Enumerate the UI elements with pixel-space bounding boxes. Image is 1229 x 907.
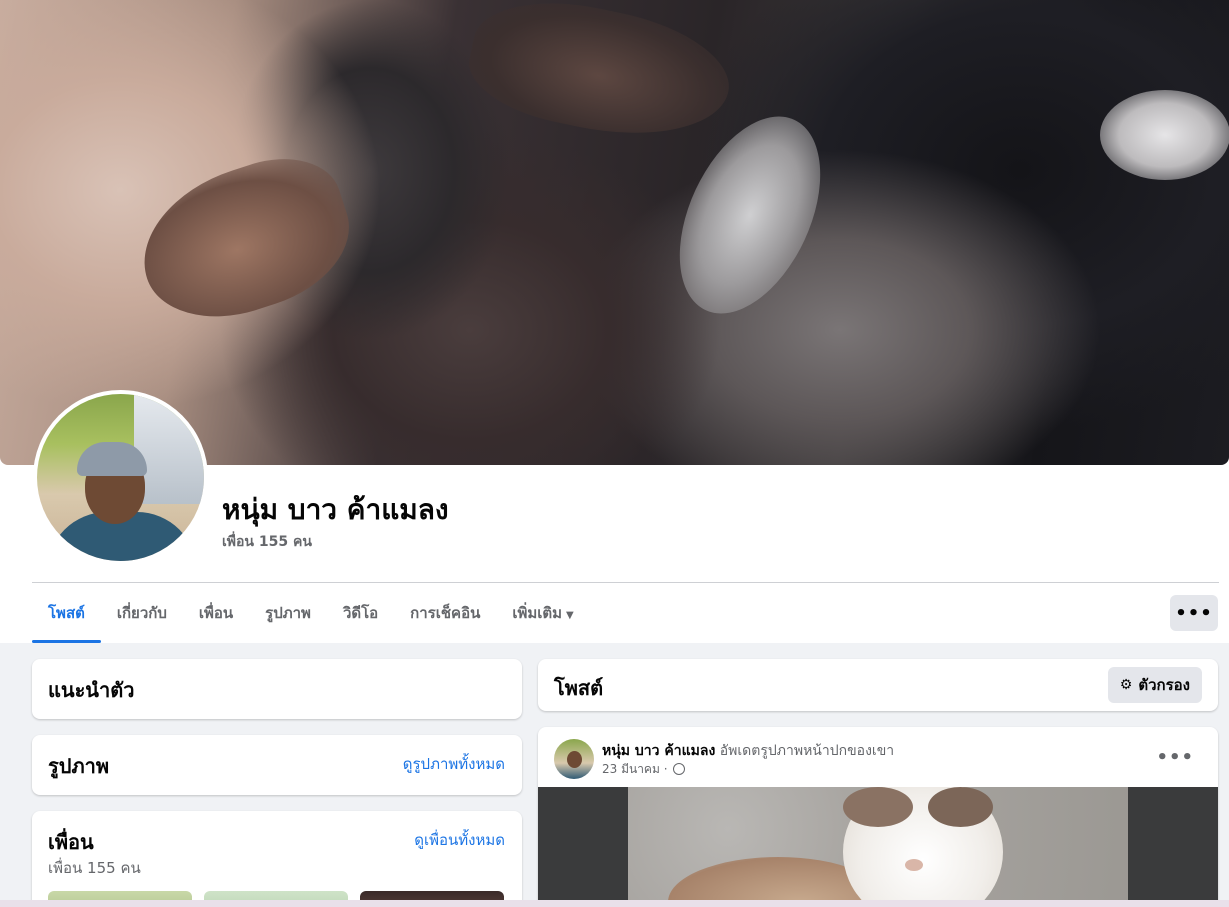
profile-tabs: โพสต์ เกี่ยวกับ เพื่อน รูปภาพ วิดีโอ การ… [32,585,590,643]
tab-label: โพสต์ [48,604,85,622]
post-media [538,787,1218,907]
cover-detail [651,94,849,336]
profile-page: หนุ่ม บาว ค้าแมลง เพื่อน 155 คน โพสต์ เก… [0,0,1229,907]
profile-friends-count[interactable]: เพื่อน 155 คน [222,531,312,553]
tab-label: เพิ่มเติม [512,604,563,622]
profile-name: หนุ่ม บาว ค้าแมลง [222,493,449,526]
profile-header: หนุ่ม บาว ค้าแมลง เพื่อน 155 คน โพสต์ เก… [0,0,1229,643]
cover-detail [1100,90,1229,180]
ellipsis-icon: ••• [1175,602,1213,624]
tab-label: เพื่อน [198,604,234,622]
avatar-detail [567,751,582,768]
posts-header-card: โพสต์ ⚙ ตัวกรอง [538,659,1218,711]
friends-title[interactable]: เพื่อน [48,826,94,858]
see-all-photos-link[interactable]: ดูรูปภาพทั้งหมด [403,752,505,776]
post-date[interactable]: 23 มีนาคม [602,762,660,776]
post-header: หนุ่ม บาว ค้าแมลง อัพเดตรูปภาพหน้าปกของเ… [602,740,894,762]
friends-count-subtitle: เพื่อน 155 คน [48,859,141,877]
photo-detail [843,787,913,827]
post-action-text: อัพเดตรูปภาพหน้าปกของเขา [719,743,895,759]
filter-icon: ⚙ [1119,677,1133,693]
photos-title[interactable]: รูปภาพ [48,750,109,782]
tab-label: การเช็คอิน [410,604,481,622]
post-author-avatar[interactable] [554,739,594,779]
tab-videos[interactable]: วิดีโอ [327,585,394,643]
caret-down-icon: ▼ [566,610,574,621]
bottom-edge-bar [0,900,1229,907]
post-photo[interactable] [628,787,1128,907]
tab-checkins[interactable]: การเช็คอิน [394,585,496,643]
filter-button[interactable]: ⚙ ตัวกรอง [1107,667,1202,703]
post-author-name[interactable]: หนุ่ม บาว ค้าแมลง [602,743,715,759]
intro-card: แนะนำตัว [32,659,522,719]
header-divider [32,582,1219,583]
profile-avatar[interactable] [37,394,204,561]
tab-photos[interactable]: รูปภาพ [249,585,327,643]
tab-more[interactable]: เพิ่มเติม ▼ [496,585,589,643]
post-meta-separator: · [663,762,668,776]
ellipsis-icon: ••• [1156,747,1194,768]
posts-title: โพสต์ [554,676,604,700]
tab-label: เกี่ยวกับ [116,604,167,622]
profile-more-button[interactable]: ••• [1170,595,1218,631]
cover-detail [460,0,740,156]
tab-friends[interactable]: เพื่อน [183,585,249,643]
post-options-button[interactable]: ••• [1156,747,1194,768]
tab-posts[interactable]: โพสต์ [32,585,101,643]
intro-title: แนะนำตัว [48,678,135,702]
photo-detail [928,787,993,827]
tab-about[interactable]: เกี่ยวกับ [101,585,183,643]
globe-icon [673,763,686,775]
see-all-friends-link[interactable]: ดูเพื่อนทั้งหมด [414,828,505,852]
cover-detail [123,140,367,340]
post-card: หนุ่ม บาว ค้าแมลง อัพเดตรูปภาพหน้าปกของเ… [538,727,1218,907]
photo-detail [905,859,923,871]
friends-card: เพื่อน ดูเพื่อนทั้งหมด เพื่อน 155 คน [32,811,522,907]
post-meta: 23 มีนาคม · [602,760,686,779]
tab-label: รูปภาพ [265,604,311,622]
tab-label: วิดีโอ [342,604,379,622]
photos-card: รูปภาพ ดูรูปภาพทั้งหมด [32,735,522,795]
filter-label: ตัวกรอง [1138,676,1190,694]
